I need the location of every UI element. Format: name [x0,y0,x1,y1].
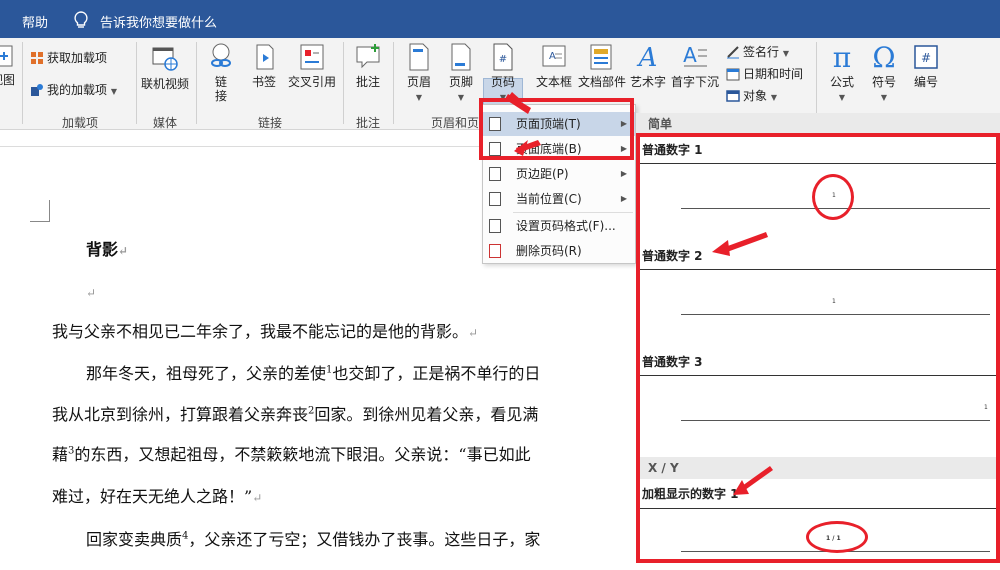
tell-me-search[interactable]: 告诉我你想要做什么 [100,12,217,31]
group-separator [816,42,817,124]
group-separator [196,42,197,124]
page-number-button[interactable]: # 页码 ▼ [484,42,522,103]
page-number-icon: # [493,43,513,71]
annotation-box-menu [479,98,634,160]
doc-paragraph-2-line-1: 那年冬天，祖母死了，父亲的差使1也交卸了，正是祸不单行的日 [86,364,541,383]
doc-paragraph-2-line-2: 我从北京到徐州，打算跟着父亲奔丧2回家。到徐州见着父亲，看见满 [52,405,539,424]
view-icon [0,45,13,67]
svg-text:#: # [921,51,931,65]
title-bar: 帮助 告诉我你想要做什么 [0,0,1000,38]
get-addins-button[interactable]: 获取加载项 [30,48,107,68]
page-margin-icon [489,167,501,181]
svg-text:A: A [683,43,697,67]
chevron-right-icon: ▶ [620,169,627,178]
link-button[interactable]: 链 接 [204,42,238,103]
svg-text:A: A [549,51,556,62]
comment-icon [356,44,380,69]
header-button[interactable]: 页眉 ▼ [400,42,438,103]
margin-corner-mark [30,200,50,222]
equation-button[interactable]: π 公式 ▼ [822,42,862,103]
group-label-links: 链接 [257,116,282,130]
current-position-icon [489,192,501,206]
chevron-down-icon: ▼ [880,93,888,102]
doc-paragraph-2-line-3: 藉3的东西，又想起祖母，不禁簌簌地流下眼泪。父亲说：“事已如此 [52,445,531,464]
menu-item-current-position[interactable]: 当前位置(C) ▶ [483,187,635,211]
annotation-circle-number [812,174,854,220]
doc-paragraph-3: 回家变卖典质4，父亲还了亏空；又借钱办了丧事。这些日子，家 [86,530,541,549]
dropcap-icon: A [683,43,707,67]
lightbulb-icon [74,11,88,28]
svg-text:Ω: Ω [872,42,895,72]
annotation-circle-number [806,521,868,553]
footer-button[interactable]: 页脚 ▼ [442,42,480,103]
group-label-media: 媒体 [152,116,177,130]
signature-line-button[interactable]: 签名行 ▼ [726,42,789,62]
store-icon [31,52,43,64]
group-separator [22,42,23,124]
numbering-icon: # [914,45,938,69]
textbox-button[interactable]: A 文本框 [534,42,574,89]
group-separator [393,42,394,124]
group-label-addins: 加载项 [61,116,98,130]
date-time-button[interactable]: 日期和时间 [726,64,803,84]
bookmark-icon [256,44,274,70]
my-addins-button[interactable]: 我的加载项 ▼ [30,80,117,100]
svg-text:A: A [637,43,658,72]
chevron-down-icon: ▼ [457,93,465,102]
menu-item-remove-page-numbers[interactable]: 删除页码(R) [483,239,635,263]
chevron-down-icon: ▼ [838,93,846,102]
svg-text:π: π [833,42,851,72]
chevron-down-icon: ▼ [782,49,789,58]
doc-heading: 背影↵ [86,240,129,259]
online-video-icon [152,47,178,71]
gallery-section-simple: 简单 [636,113,1000,135]
object-button[interactable]: 对象 ▼ [726,86,777,106]
menu-item-format-page-numbers[interactable]: 设置页码格式(F)... [483,214,635,238]
dropcap-button[interactable]: A 首字下沉 [670,42,720,89]
link-icon [211,43,231,67]
symbol-button[interactable]: Ω 符号 ▼ [864,42,904,103]
help-tab[interactable]: 帮助 [22,12,48,31]
bookmark-button[interactable]: 书签 [246,42,282,89]
textbox-icon: A [542,45,566,67]
omega-icon: Ω [872,42,895,72]
cut-off-button[interactable]: 视图 [0,42,20,87]
chevron-right-icon: ▶ [620,194,627,203]
object-icon [726,90,740,102]
doc-paragraph-2-line-4: 难过，好在天无绝人之路！”↵ [52,487,263,506]
chevron-down-icon: ▼ [770,93,777,102]
calendar-icon [726,68,740,81]
chevron-down-icon: ▼ [110,87,117,96]
delete-icon [489,244,501,258]
cross-reference-icon [300,44,324,70]
pi-icon: π [833,42,851,72]
pen-icon [727,46,739,59]
chevron-down-icon: ▼ [415,93,423,102]
addins-icon [31,84,43,96]
footer-icon [451,43,471,71]
new-comment-button[interactable]: 批注 [348,42,388,89]
quick-parts-icon [590,44,612,70]
group-separator [136,42,137,124]
menu-item-page-margins[interactable]: 页边距(P) ▶ [483,162,635,186]
group-separator [343,42,344,124]
doc-paragraph-1: 我与父亲不相见已二年余了，我最不能忘记的是他的背影。↵ [52,322,479,341]
group-label-comments: 批注 [355,116,380,130]
header-icon [409,43,429,71]
wordart-icon: A [637,43,658,72]
wordart-button[interactable]: A 艺术字 [628,42,668,89]
quick-parts-button[interactable]: 文档部件 [578,42,626,89]
empty-paragraph-mark: ↵ [86,286,97,300]
svg-text:#: # [499,54,507,65]
number-button[interactable]: # 编号 [906,42,946,89]
online-video-button[interactable]: 联机视频 [140,42,190,91]
menu-separator [513,212,633,213]
format-icon [489,219,501,233]
cross-reference-button[interactable]: 交叉引用 [286,42,338,89]
